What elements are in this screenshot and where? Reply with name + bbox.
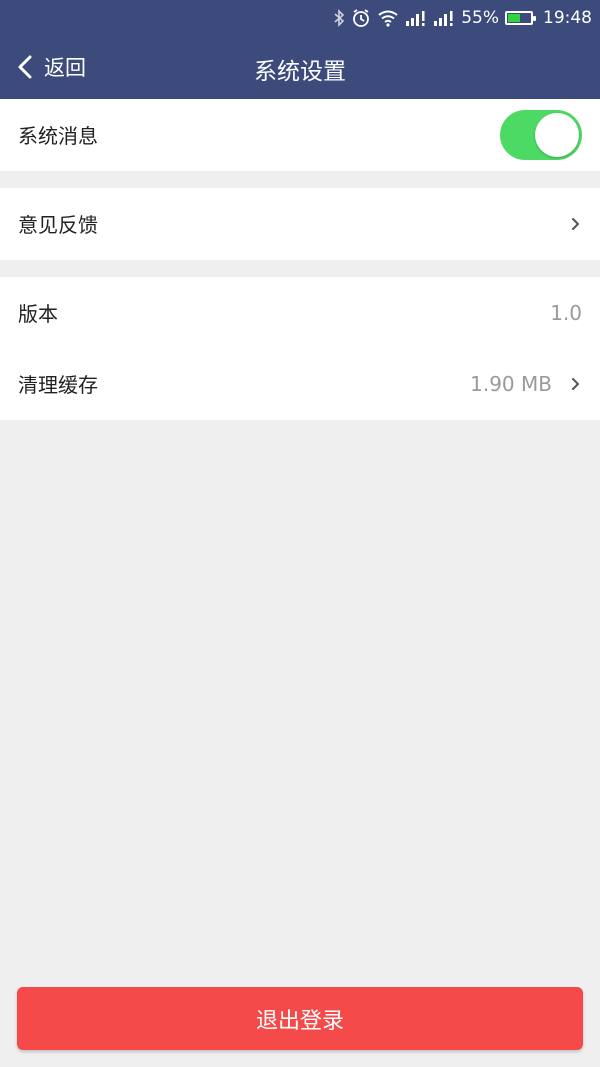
battery-percent: 55% [461, 8, 499, 28]
version-row: 版本 1.0 [0, 277, 600, 348]
version-value: 1.0 [550, 300, 582, 325]
signal-icon [405, 7, 427, 29]
battery-level-fill [508, 14, 521, 22]
chevron-right-icon [572, 377, 579, 390]
settings-group-app: 版本 1.0 清理缓存 1.90 MB [0, 277, 600, 420]
app-header: 55% 19:48 返回 系统设置 [0, 0, 600, 99]
clear-cache-row[interactable]: 清理缓存 1.90 MB [0, 348, 600, 419]
alarm-icon [351, 7, 371, 29]
toggle-knob [535, 112, 579, 157]
nav-bar: 返回 系统设置 [0, 36, 600, 99]
system-message-label: 系统消息 [18, 124, 98, 148]
page-title: 系统设置 [254, 59, 346, 85]
settings-group-feedback: 意见反馈 [0, 188, 600, 260]
feedback-row[interactable]: 意见反馈 [0, 188, 600, 259]
settings-group-notifications: 系统消息 [0, 99, 600, 171]
system-message-row: 系统消息 [0, 99, 600, 170]
bluetooth-icon [333, 7, 345, 29]
feedback-label: 意见反馈 [18, 213, 98, 237]
wifi-icon [377, 7, 399, 29]
clear-cache-label: 清理缓存 [18, 373, 98, 397]
status-bar: 55% 19:48 [333, 6, 592, 30]
system-message-toggle[interactable] [500, 109, 582, 160]
logout-button[interactable]: 退出登录 [17, 987, 583, 1050]
signal-icon [433, 7, 455, 29]
version-label: 版本 [18, 302, 58, 326]
status-time: 19:48 [543, 8, 592, 28]
battery-icon [505, 11, 536, 25]
chevron-right-icon [572, 217, 579, 230]
cache-size-value: 1.90 MB [470, 371, 552, 396]
